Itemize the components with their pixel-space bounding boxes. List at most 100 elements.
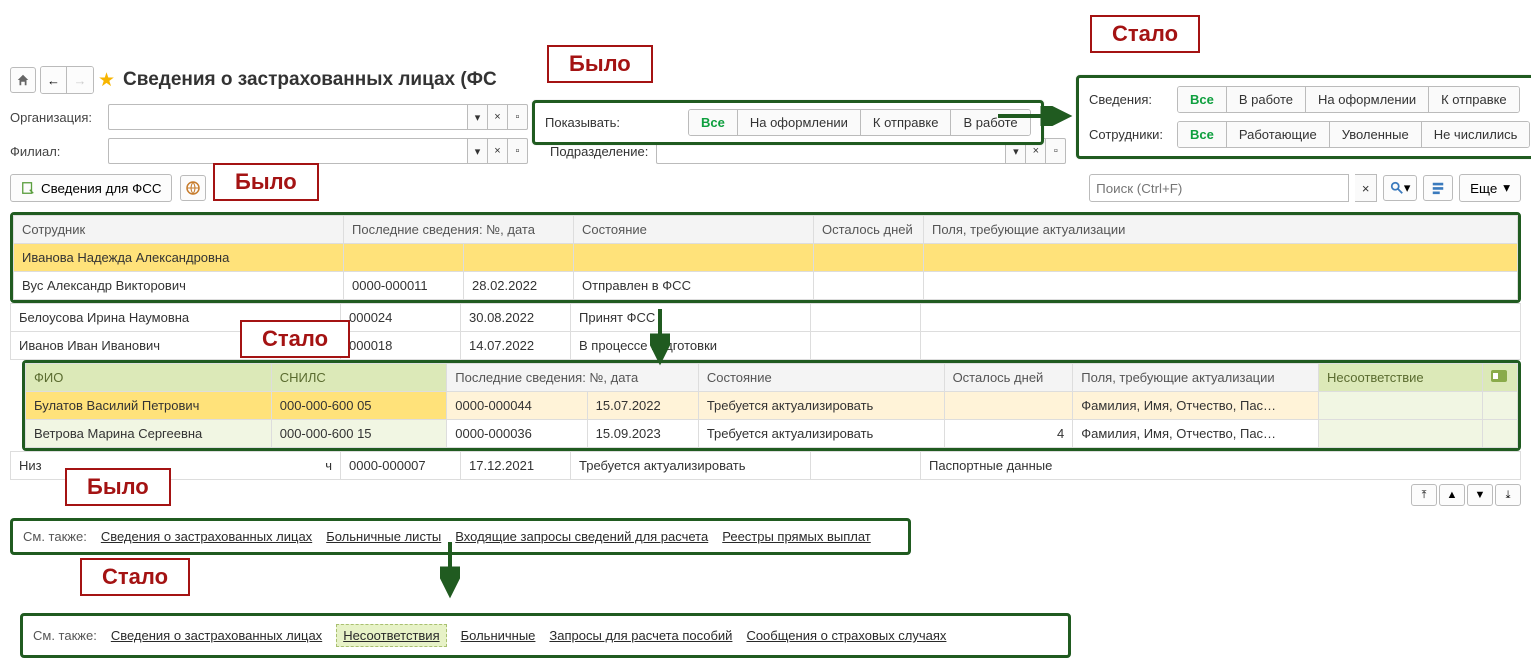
link-new-5[interactable]: Сообщения о страховых случаях [746,628,946,643]
arrow-3 [440,540,460,600]
link-old-1[interactable]: Сведения о застрахованных лицах [101,529,312,544]
cell-num: 0000-000007 [341,452,461,480]
th-days[interactable]: Осталось дней [814,216,924,244]
fss-info-button[interactable]: Сведения для ФСС [10,174,172,202]
cell-date: 17.12.2021 [461,452,571,480]
cell-state: Требуется актуализировать [698,392,944,420]
org-dropdown[interactable]: ▾ [468,104,488,130]
back-button[interactable]: ← [41,67,67,93]
seg-new2-all[interactable]: Все [1178,122,1227,147]
dept-open[interactable]: ▫ [1046,138,1066,164]
arrow-1 [996,106,1074,126]
annotation-became-2: Стало [240,320,350,358]
th-last2[interactable]: Последние сведения: №, дата [447,364,699,392]
th-days2[interactable]: Осталось дней [944,364,1073,392]
more-label: Еще [1470,181,1497,196]
link-old-4[interactable]: Реестры прямых выплат [722,529,871,544]
th-last[interactable]: Последние сведения: №, дата [344,216,574,244]
nav-up[interactable]: ▲ [1439,484,1465,506]
cell-days [814,244,924,272]
nav-down[interactable]: ▼ [1467,484,1493,506]
seg-old-all[interactable]: Все [689,110,738,135]
cell-date: 30.08.2022 [461,304,571,332]
table-old[interactable]: Сотрудник Последние сведения: №, дата Со… [13,215,1518,300]
cell-num: 000018 [341,332,461,360]
cell-snils: 000-000-600 05 [271,392,447,420]
globe-button[interactable] [180,175,206,201]
seg-old-tosend[interactable]: К отправке [861,110,952,135]
cell-days [811,332,921,360]
search-clear[interactable]: × [1355,174,1377,202]
th-fio[interactable]: ФИО [26,364,272,392]
links-old-label: См. также: [23,529,87,544]
th-fields[interactable]: Поля, требующие актуализации [924,216,1518,244]
org-open[interactable]: ▫ [508,104,528,130]
org-input[interactable] [108,104,468,130]
link-new-4[interactable]: Запросы для расчета пособий [549,628,732,643]
dept-label: Подразделение: [550,144,648,159]
search-input[interactable] [1089,174,1349,202]
forward-button[interactable]: → [67,67,93,93]
show-label: Показывать: [545,115,620,130]
link-old-3[interactable]: Входящие запросы сведений для расчета [455,529,708,544]
cell-date: 15.09.2023 [587,420,698,448]
th-fields2[interactable]: Поля, требующие актуализации [1073,364,1319,392]
link-new-1[interactable]: Сведения о застрахованных лицах [111,628,322,643]
cell-num: 000024 [341,304,461,332]
nav-last[interactable]: ⤓ [1495,484,1521,506]
table-row[interactable]: Иванова Надежда Александровна [14,244,1518,272]
th-state2[interactable]: Состояние [698,364,944,392]
annotation-was-3: Было [65,468,171,506]
org-clear[interactable]: × [488,104,508,130]
annotation-was-1: Было [547,45,653,83]
th-card-icon[interactable] [1482,364,1517,392]
table-new[interactable]: ФИО СНИЛС Последние сведения: №, дата Со… [25,363,1518,448]
th-emp[interactable]: Сотрудник [14,216,344,244]
seg-new1-all[interactable]: Все [1178,87,1227,112]
seg-new-row1: Все В работе На оформлении К отправке [1177,86,1520,113]
cell-emp: Вус Александр Викторович [14,272,344,300]
table-old-frame: Сотрудник Последние сведения: №, дата Со… [10,212,1521,303]
links-bar-old: См. также: Сведения о застрахованных лиц… [10,518,911,555]
annotation-became-1: Стало [1090,15,1200,53]
seg-new1-tosend[interactable]: К отправке [1429,87,1519,112]
seg-old: Все На оформлении К отправке В работе [688,109,1031,136]
table-row[interactable]: Иванов Иван Иванович 000018 14.07.2022 В… [11,332,1521,360]
table-row[interactable]: Белоусова Ирина Наумовна 000024 30.08.20… [11,304,1521,332]
nav-first[interactable]: ⤒ [1411,484,1437,506]
table-row[interactable]: Низч 0000-000007 17.12.2021 Требуется ак… [11,452,1521,480]
table-row[interactable]: Булатов Василий Петрович 000-000-600 05 … [26,392,1518,420]
link-new-3[interactable]: Больничные [461,628,536,643]
cell-date: 28.02.2022 [464,272,574,300]
branch-open[interactable]: ▫ [508,138,528,164]
seg-old-processing[interactable]: На оформлении [738,110,861,135]
seg-new1-processing[interactable]: На оформлении [1306,87,1429,112]
table-row[interactable]: Ветрова Марина Сергеевна 000-000-600 15 … [26,420,1518,448]
th-mismatch[interactable]: Несоответствие [1319,364,1483,392]
home-button[interactable] [10,67,36,93]
seg-new-label1: Сведения: [1089,92,1169,107]
links-bar-new: См. также: Сведения о застрахованных лиц… [20,613,1071,658]
search-button[interactable]: ▾ [1383,175,1417,201]
link-old-2[interactable]: Больничные листы [326,529,441,544]
seg-new1-inwork[interactable]: В работе [1227,87,1306,112]
branch-input[interactable] [108,138,468,164]
cell-fields: Фамилия, Имя, Отчество, Пас… [1073,420,1319,448]
seg-new2-working[interactable]: Работающие [1227,122,1330,147]
branch-clear[interactable]: × [488,138,508,164]
th-snils[interactable]: СНИЛС [271,364,447,392]
more-button[interactable]: Еще ▾ [1459,174,1521,202]
cell-fields [921,332,1521,360]
seg-new2-fired[interactable]: Уволенные [1330,122,1422,147]
link-new-2[interactable]: Несоответствия [336,624,446,647]
branch-dropdown[interactable]: ▾ [468,138,488,164]
th-state[interactable]: Состояние [574,216,814,244]
table-mid: Белоусова Ирина Наумовна 000024 30.08.20… [10,303,1521,360]
cell-date: 15.07.2022 [587,392,698,420]
table-row[interactable]: Вус Александр Викторович 0000-000011 28.… [14,272,1518,300]
cell-state: Требуется актуализировать [698,420,944,448]
seg-new2-none[interactable]: Не числились [1422,122,1530,147]
list-settings-button[interactable] [1423,175,1453,201]
cell-state [574,244,814,272]
links-new-label: См. также: [33,628,97,643]
